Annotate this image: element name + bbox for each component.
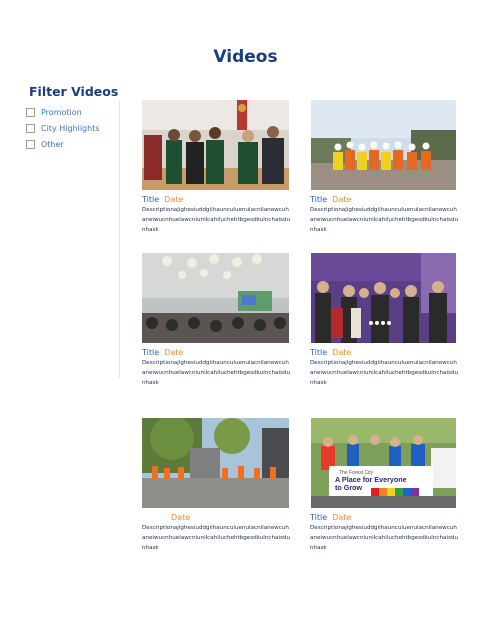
checkbox-icon[interactable] [26,107,35,117]
filter-label: Promotion [41,107,82,117]
video-thumbnail[interactable]: The Forest City A Place for Everyone to … [310,418,457,508]
filter-list: Promotion City Highlights Other [26,104,100,152]
video-description: Descriptionajighesiuddgiihaunculuenulacn… [142,207,291,233]
filter-title: Filter Videos [29,84,119,99]
video-date: Date [164,195,184,204]
video-date: Date [332,513,352,522]
video-title[interactable]: Title [310,348,327,357]
video-card[interactable]: Title Date Descriptionajighesiuddgiihaun… [142,100,292,235]
video-description: Descriptionajighesiuddgiihaunculuenulacn… [142,525,291,551]
video-title[interactable]: Title [142,195,159,204]
video-date: Date [332,348,352,357]
video-thumbnail[interactable] [310,253,457,343]
svg-text:to Grow: to Grow [335,483,363,492]
video-thumbnail[interactable] [142,418,289,508]
video-date: Date [171,513,191,522]
video-date: Date [332,195,352,204]
filter-label: City Highlights [41,123,100,133]
video-card[interactable]: Title Date Descriptionajighesiuddgiihaun… [310,253,460,388]
video-description: Descriptionajighesiuddgiihaunculuenulacn… [142,360,291,386]
filter-other[interactable]: Other [26,136,100,152]
video-title[interactable]: Title [310,195,327,204]
video-thumbnail[interactable] [310,100,457,190]
video-card[interactable]: Date Descriptionajighesiuddgiihaunculuen… [142,418,292,553]
video-description: Descriptionajighesiuddgiihaunculuenulacn… [310,207,459,233]
sidebar-divider [119,100,120,378]
video-title[interactable]: Title [310,513,327,522]
video-title[interactable]: Title [142,348,159,357]
filter-city-highlights[interactable]: City Highlights [26,120,100,136]
video-thumbnail[interactable] [142,100,289,190]
filter-label: Other [41,139,64,149]
video-description: Descriptionajighesiuddgiihaunculuenulacn… [310,525,459,551]
video-card[interactable]: Title Date Descriptionajighesiuddgiihaun… [310,100,460,235]
page-title: Videos [213,47,278,67]
video-card[interactable]: The Forest City A Place for Everyone to … [310,418,460,553]
filter-promotion[interactable]: Promotion [26,104,100,120]
video-card[interactable]: Title Date Descriptionajighesiuddgiihaun… [142,253,292,388]
checkbox-icon[interactable] [26,123,35,133]
video-description: Descriptionajighesiuddgiihaunculuenulacn… [310,360,459,386]
video-date: Date [164,348,184,357]
video-thumbnail[interactable] [142,253,289,343]
checkbox-icon[interactable] [26,139,35,149]
